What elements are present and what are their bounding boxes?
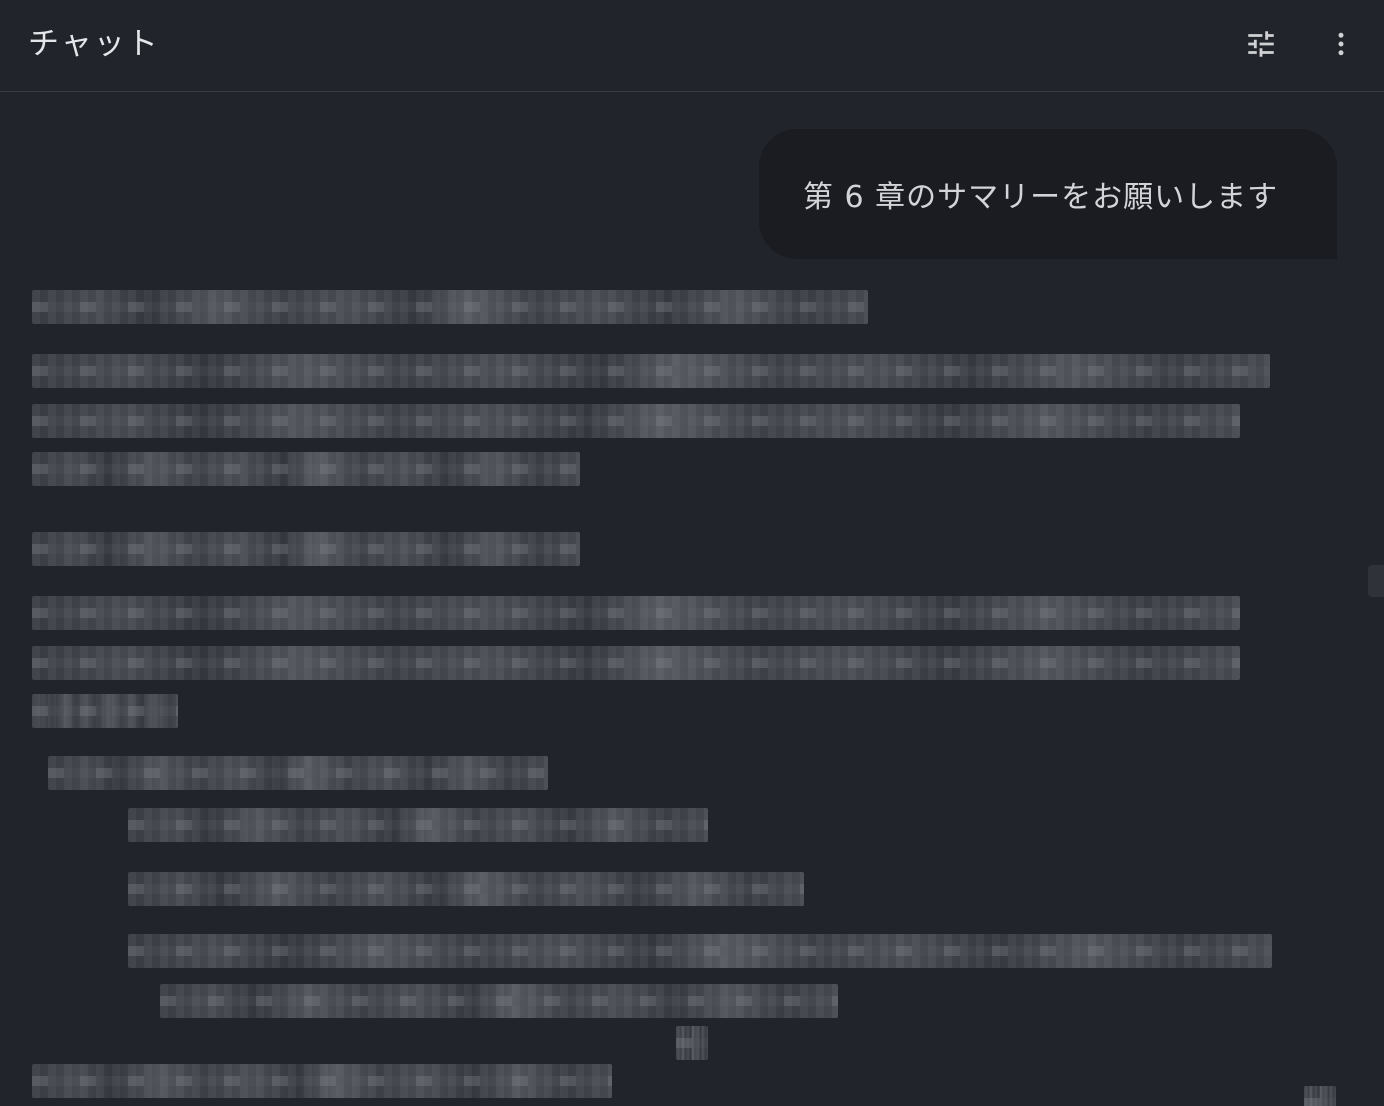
redacted-line <box>676 1026 708 1060</box>
redacted-line <box>128 808 708 842</box>
redacted-line <box>32 354 1270 388</box>
redacted-line <box>32 532 580 566</box>
redacted-line <box>32 646 1240 680</box>
more-options-button[interactable] <box>1317 22 1365 66</box>
user-message-text: 第 6 章のサマリーをお願いします <box>803 180 1279 215</box>
redacted-line <box>128 872 804 906</box>
redacted-line <box>48 756 548 790</box>
user-message-bubble: 第 6 章のサマリーをお願いします <box>759 129 1337 259</box>
redacted-line <box>32 290 868 324</box>
header-bar: チャット <box>0 0 1384 92</box>
redacted-line <box>32 404 1240 438</box>
redacted-line <box>128 934 1272 968</box>
assistant-response-redacted <box>0 280 1384 1106</box>
redacted-line <box>160 984 838 1018</box>
side-panel-handle[interactable] <box>1368 565 1384 597</box>
settings-button[interactable] <box>1237 22 1285 66</box>
redacted-line <box>1304 1086 1336 1106</box>
tune-icon <box>1248 31 1274 57</box>
redacted-line <box>32 452 580 486</box>
page-title: チャット <box>28 26 160 62</box>
redacted-line <box>32 694 178 728</box>
more-vert-icon <box>1338 32 1344 56</box>
chat-window: チャット 第 6 章のサマリーをお願いします <box>0 0 1384 1106</box>
redacted-line <box>32 596 1240 630</box>
redacted-line <box>32 1064 612 1098</box>
